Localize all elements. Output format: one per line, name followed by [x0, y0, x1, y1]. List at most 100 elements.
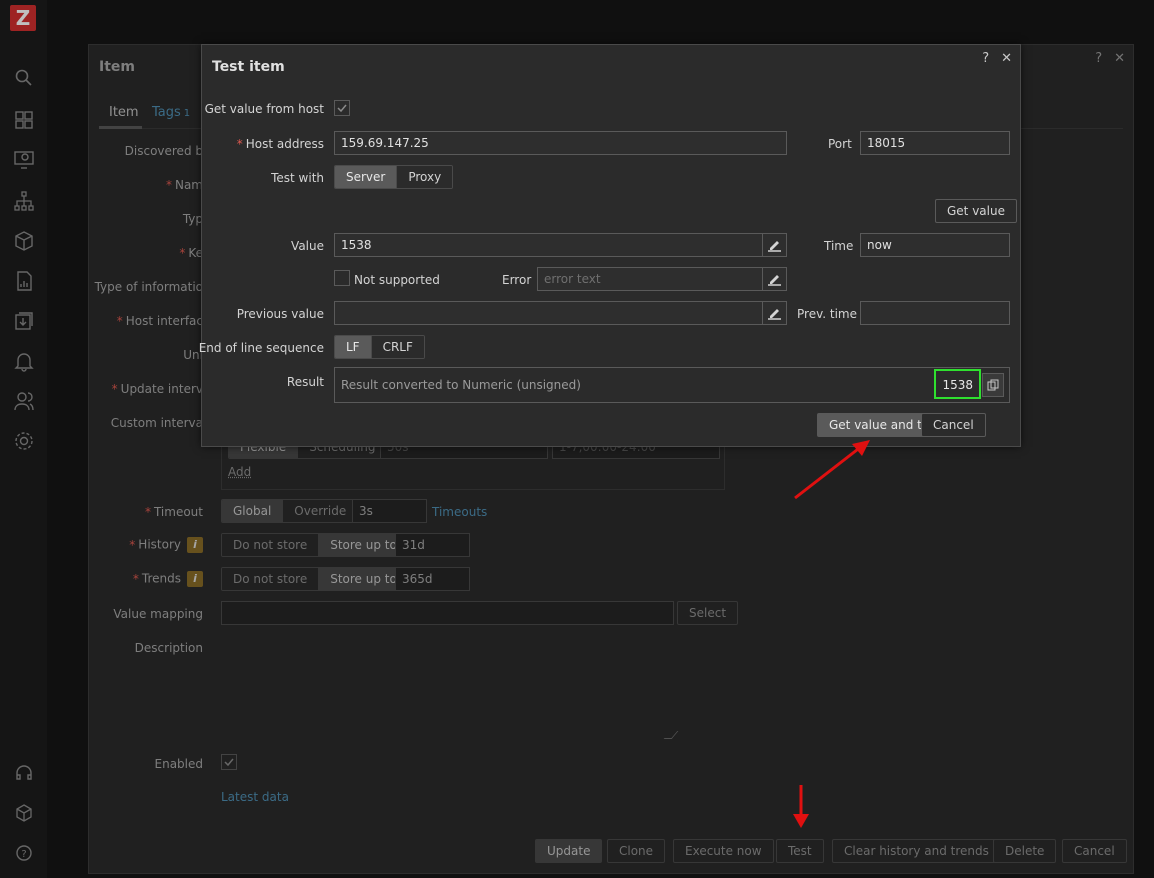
zabbix-logo[interactable]: Z — [10, 5, 36, 31]
history-input[interactable]: 31d — [395, 533, 470, 557]
svg-text:?: ? — [21, 849, 26, 860]
prev-time-input[interactable] — [860, 301, 1010, 325]
error-input[interactable]: error text — [537, 267, 787, 291]
label-timeout: * Timeout — [144, 505, 203, 519]
network-icon[interactable] — [13, 190, 35, 212]
test-with-toggle: Server Proxy — [334, 165, 454, 189]
label-name: * Nam — [165, 178, 203, 192]
alerts-icon[interactable] — [13, 350, 35, 372]
execute-now-button[interactable]: Execute now — [673, 839, 774, 863]
timeout-toggle: Global Override — [221, 499, 359, 523]
search-icon[interactable] — [13, 67, 35, 89]
error-edit-icon[interactable] — [762, 268, 786, 290]
tab-item[interactable]: Item — [109, 105, 139, 120]
label-type: Typ — [182, 212, 203, 226]
label-result: Result — [286, 375, 324, 389]
label-time: Time — [824, 239, 854, 253]
eol-lf-option[interactable]: LF — [335, 336, 371, 358]
value-edit-icon[interactable] — [762, 234, 786, 256]
item-help-button[interactable]: ? — [1095, 51, 1102, 66]
item-close-button[interactable]: ✕ — [1114, 51, 1125, 66]
trends-toggle: Do not store Store up to — [221, 567, 409, 591]
test-item-dialog: Test item ? ✕ Get value from host * Host … — [198, 44, 1021, 447]
label-key: * Ke — [179, 246, 203, 260]
trends-info-icon[interactable]: i — [187, 571, 203, 587]
item-form-title: Item — [99, 59, 135, 75]
result-box: Result converted to Numeric (unsigned) 1… — [334, 367, 1010, 403]
not-supported-checkbox[interactable] — [334, 270, 350, 286]
timeouts-link[interactable]: Timeouts — [432, 505, 487, 519]
custom-intervals-box: Flexible Scheduling 50s 1-7,00:00-24:00 … — [221, 435, 725, 490]
sidebar: Z ? — [0, 0, 47, 878]
monitoring-icon[interactable] — [13, 149, 35, 171]
previous-value-edit-icon[interactable] — [762, 302, 786, 324]
help-icon[interactable]: ? — [13, 842, 35, 864]
time-input[interactable]: now — [860, 233, 1010, 257]
copy-icon[interactable] — [982, 373, 1004, 397]
previous-value-input[interactable] — [334, 301, 787, 325]
result-text: Result converted to Numeric (unsigned) — [341, 378, 581, 392]
trends-do-not-store-option[interactable]: Do not store — [222, 568, 319, 590]
label-history: * History i — [129, 537, 203, 553]
label-trends: * Trends i — [133, 571, 203, 587]
reports-icon[interactable] — [13, 270, 35, 292]
label-get-value-from-host: Get value from host — [204, 102, 324, 116]
description-resize-handle[interactable] — [663, 731, 679, 739]
label-test-with: Test with — [271, 171, 324, 185]
timeout-input[interactable]: 3s — [352, 499, 427, 523]
get-value-button[interactable]: Get value — [935, 199, 1017, 223]
label-host-interface: * Host interfac — [116, 314, 203, 328]
enabled-checkbox[interactable] — [221, 754, 237, 770]
port-input[interactable]: 18015 — [860, 131, 1010, 155]
test-dialog-cancel-button[interactable]: Cancel — [921, 413, 986, 437]
history-toggle: Do not store Store up to — [221, 533, 409, 557]
integrations-icon[interactable] — [13, 802, 35, 824]
tab-tags[interactable]: Tags 1 — [152, 105, 190, 120]
administration-icon[interactable] — [13, 430, 35, 452]
label-enabled: Enabled — [154, 757, 204, 771]
data-collection-icon[interactable] — [13, 310, 35, 332]
dashboard-icon[interactable] — [13, 109, 35, 131]
eol-crlf-option[interactable]: CRLF — [370, 336, 424, 358]
get-value-from-host-checkbox[interactable] — [334, 100, 350, 116]
label-type-of-information: Type of informatio — [94, 280, 203, 294]
clone-button[interactable]: Clone — [607, 839, 666, 863]
inventory-icon[interactable] — [13, 230, 35, 252]
test-with-server-option[interactable]: Server — [335, 166, 397, 188]
timeout-global-option[interactable]: Global — [222, 500, 283, 522]
test-button[interactable]: Test — [776, 839, 824, 863]
tags-count-badge: 1 — [183, 108, 191, 119]
clear-history-button[interactable]: Clear history and trends — [832, 839, 1001, 863]
test-with-proxy-option[interactable]: Proxy — [396, 166, 453, 188]
value-mapping-input[interactable] — [221, 601, 674, 625]
test-help-button[interactable]: ? — [982, 51, 989, 66]
host-address-input[interactable]: 159.69.147.25 — [334, 131, 787, 155]
label-discovered: Discovered b — [124, 144, 203, 158]
history-info-icon[interactable]: i — [187, 537, 203, 553]
history-do-not-store-option[interactable]: Do not store — [222, 534, 319, 556]
label-value-mapping: Value mapping — [113, 607, 203, 621]
label-custom-intervals: Custom interva — [110, 416, 203, 430]
label-update-interval: * Update interv — [111, 382, 203, 396]
tab-item-underline — [99, 126, 142, 129]
label-value: Value — [291, 239, 324, 253]
delete-button[interactable]: Delete — [993, 839, 1057, 863]
users-icon[interactable] — [13, 390, 35, 412]
value-mapping-select-button[interactable]: Select — [677, 601, 739, 625]
label-previous-value: Previous value — [236, 307, 324, 321]
label-prev-time: Prev. time — [797, 307, 857, 321]
value-input[interactable]: 1538 — [334, 233, 787, 257]
label-end-of-line: End of line sequence — [198, 341, 324, 355]
trends-input[interactable]: 365d — [395, 567, 470, 591]
latest-data-link[interactable]: Latest data — [221, 790, 289, 804]
test-close-button[interactable]: ✕ — [1001, 51, 1012, 66]
test-dialog-title: Test item — [212, 59, 285, 75]
label-port: Port — [828, 137, 852, 151]
label-description: Description — [134, 641, 203, 655]
cancel-button[interactable]: Cancel — [1062, 839, 1127, 863]
update-button[interactable]: Update — [535, 839, 603, 863]
support-icon[interactable] — [13, 762, 35, 784]
timeout-override-option[interactable]: Override — [282, 500, 358, 522]
eol-toggle: LF CRLF — [334, 335, 425, 359]
add-interval-link[interactable]: Add — [228, 465, 251, 479]
